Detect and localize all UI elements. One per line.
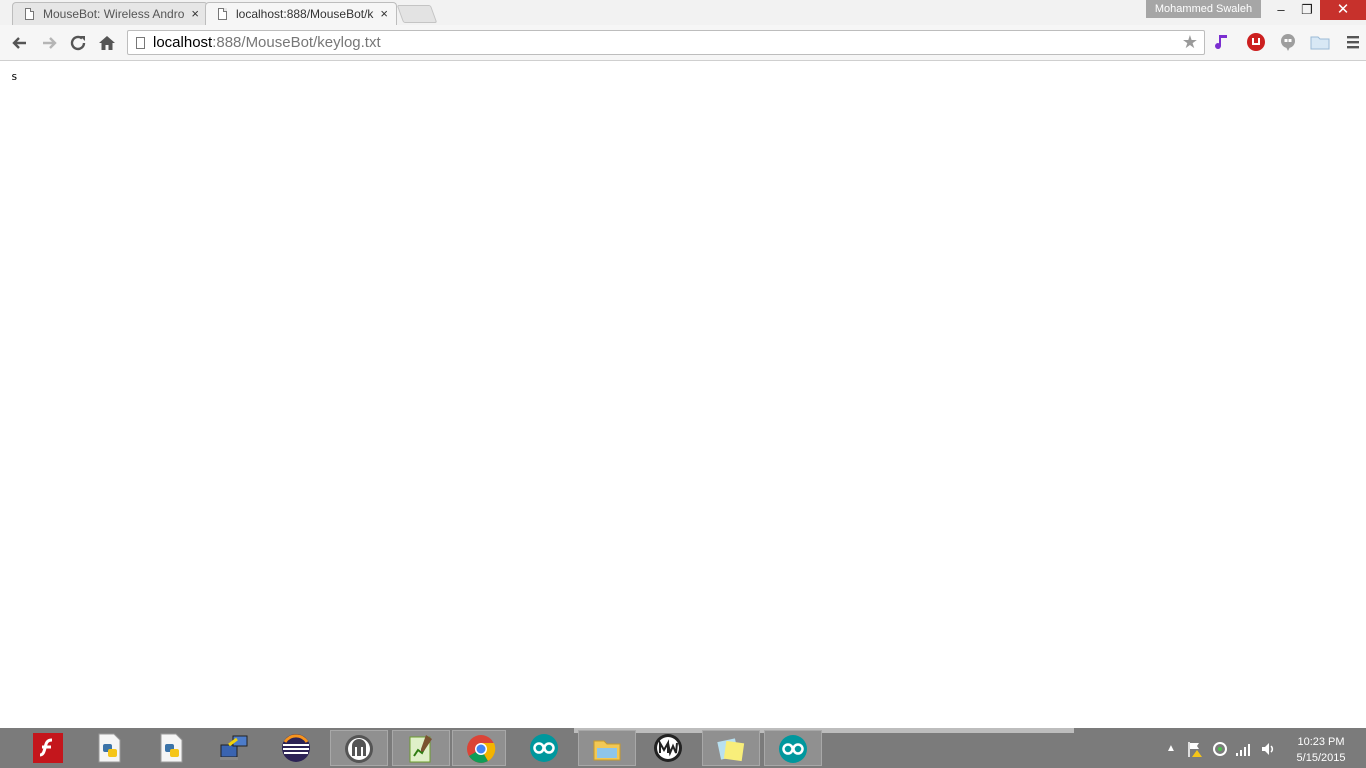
- tab-title: MouseBot: Wireless Andro: [43, 7, 185, 21]
- python-file-icon: [160, 733, 183, 763]
- taskbar-app-flash[interactable]: [20, 730, 78, 766]
- sync-icon[interactable]: [1211, 740, 1229, 761]
- taskbar-app-python-1[interactable]: [82, 730, 140, 766]
- page-icon: [136, 37, 145, 49]
- eclipse-icon: [282, 734, 310, 762]
- taskbar-app-sticky-notes[interactable]: [702, 730, 760, 766]
- tab-title: localhost:888/MouseBot/k: [236, 7, 374, 21]
- new-tab-button[interactable]: [396, 5, 438, 23]
- system-clock[interactable]: 10:23 PM 5/15/2015: [1290, 734, 1352, 766]
- url-text[interactable]: localhost:888/MouseBot/keylog.txt: [153, 34, 381, 51]
- restore-button[interactable]: ❐: [1294, 0, 1320, 20]
- chrome-icon: [467, 735, 496, 763]
- reload-button[interactable]: [67, 32, 89, 54]
- python-file-icon: [98, 733, 121, 763]
- address-bar[interactable]: localhost:888/MouseBot/keylog.txt ★: [127, 30, 1205, 55]
- browser-toolbar: localhost:888/MouseBot/keylog.txt ★: [0, 25, 1366, 61]
- taskbar-app-arduino-2[interactable]: [764, 730, 822, 766]
- tab-close-button[interactable]: ×: [191, 6, 199, 21]
- tab-keylog[interactable]: localhost:888/MouseBot/k ×: [205, 2, 397, 25]
- hangouts-icon[interactable]: [1277, 31, 1299, 53]
- close-button[interactable]: ✕: [1320, 0, 1366, 20]
- taskbar-app-network[interactable]: [206, 730, 264, 766]
- network-app-icon: [220, 735, 248, 760]
- taskbar-app-python-2[interactable]: [144, 730, 202, 766]
- reload-icon: [70, 35, 86, 51]
- document-icon: [25, 8, 34, 20]
- file-explorer-icon: [593, 740, 621, 761]
- menu-icon[interactable]: [1342, 31, 1364, 53]
- url-path: :888/MouseBot/keylog.txt: [212, 34, 381, 51]
- clock-time: 10:23 PM: [1297, 736, 1345, 748]
- taskbar-app-arduino-1[interactable]: [516, 730, 574, 766]
- bookmark-star-icon[interactable]: ★: [1182, 32, 1198, 53]
- volume-icon[interactable]: [1260, 740, 1278, 761]
- mw-app-icon: [654, 734, 682, 762]
- keylog-text: s: [11, 70, 18, 83]
- page-content: s: [0, 61, 1366, 728]
- network-signal-icon[interactable]: [1235, 740, 1253, 761]
- taskbar-app-eclipse[interactable]: [268, 730, 326, 766]
- minimize-button[interactable]: –: [1268, 0, 1294, 20]
- arrow-right-icon: [43, 37, 57, 49]
- home-button[interactable]: [96, 32, 118, 54]
- taskbar-app-notepad-plus-plus[interactable]: [392, 730, 450, 766]
- adblock-icon[interactable]: [1245, 31, 1267, 53]
- title-bar: MouseBot: Wireless Andro × localhost:888…: [0, 0, 1366, 25]
- tab-close-button[interactable]: ×: [380, 6, 388, 21]
- back-button[interactable]: [9, 32, 31, 54]
- arduino-icon: [779, 735, 807, 763]
- sticky-notes-icon: [717, 738, 745, 762]
- forward-button[interactable]: [38, 32, 60, 54]
- taskbar-app-bluestacks[interactable]: [330, 730, 388, 766]
- profile-badge[interactable]: Mohammed Swaleh: [1146, 0, 1261, 18]
- action-center-flag-icon[interactable]: [1186, 740, 1204, 761]
- clock-date: 5/15/2015: [1296, 752, 1346, 764]
- url-host: localhost: [153, 34, 213, 51]
- taskbar-app-chrome[interactable]: [452, 730, 506, 766]
- show-hidden-icons-button[interactable]: ▲: [1166, 743, 1176, 754]
- notepad-plus-plus-icon: [409, 735, 432, 763]
- taskbar-app-mw[interactable]: [640, 730, 698, 766]
- taskbar-app-file-explorer[interactable]: [578, 730, 636, 766]
- tab-mousebot[interactable]: MouseBot: Wireless Andro ×: [12, 2, 208, 25]
- document-icon: [218, 8, 227, 20]
- music-note-icon[interactable]: [1212, 31, 1234, 53]
- bluestacks-icon: [345, 735, 373, 763]
- flash-app-icon: [33, 733, 63, 763]
- arrow-left-icon: [12, 37, 26, 49]
- folder-icon[interactable]: [1309, 31, 1331, 53]
- arduino-icon: [530, 734, 558, 762]
- home-icon: [99, 36, 115, 50]
